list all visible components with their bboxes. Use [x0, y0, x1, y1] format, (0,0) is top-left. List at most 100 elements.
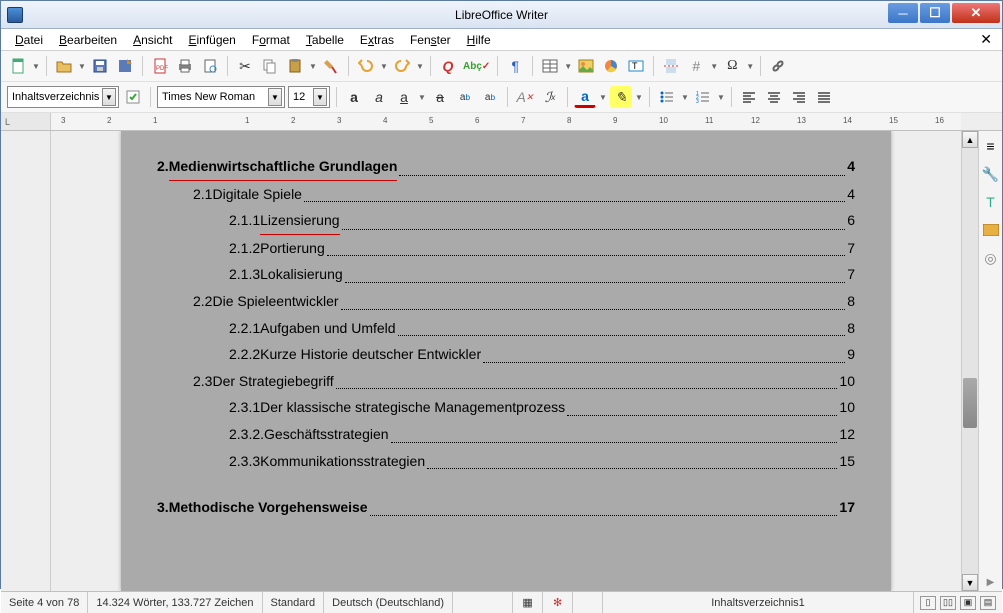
font-name-combo[interactable]: Times New Roman ▼ [157, 86, 285, 108]
font-color-button[interactable]: a [574, 86, 596, 108]
window-close-button[interactable]: ✕ [952, 3, 1000, 23]
page-break-button[interactable] [660, 55, 682, 77]
status-style-name[interactable]: Inhaltsverzeichnis1 [603, 592, 914, 613]
hyperlink-button[interactable] [767, 55, 789, 77]
align-center-button[interactable] [763, 86, 785, 108]
vertical-scrollbar[interactable]: ▲ ▼ [961, 131, 978, 591]
status-language[interactable]: Deutsch (Deutschland) [324, 592, 453, 613]
redo-button[interactable] [391, 55, 413, 77]
save-button[interactable] [89, 55, 111, 77]
nonprinting-button[interactable]: ¶ [504, 55, 526, 77]
status-wordcount[interactable]: 14.324 Wörter, 133.727 Zeichen [88, 592, 262, 613]
open-dropdown[interactable]: ▼ [78, 62, 86, 71]
underline-dropdown[interactable]: ▼ [418, 93, 426, 102]
sidebar-properties-icon[interactable]: ≡ [982, 137, 1000, 155]
toc-entry[interactable]: 3. Methodische Vorgehensweise17 [157, 494, 855, 521]
menu-hilfe[interactable]: Hilfe [459, 31, 499, 49]
table-button[interactable] [539, 55, 561, 77]
find-button[interactable]: Q [437, 55, 459, 77]
textbox-button[interactable]: T [625, 55, 647, 77]
align-justify-button[interactable] [813, 86, 835, 108]
menu-extras[interactable]: Extras [352, 31, 402, 49]
field-button[interactable]: # [685, 55, 707, 77]
undo-dropdown[interactable]: ▼ [380, 62, 388, 71]
undo-button[interactable] [355, 55, 377, 77]
update-style-button[interactable] [122, 86, 144, 108]
paste-button[interactable] [284, 55, 306, 77]
new-button[interactable] [7, 55, 29, 77]
view-single-icon[interactable]: ▯ [920, 596, 936, 610]
menu-bearbeiten[interactable]: Bearbeiten [51, 31, 125, 49]
scrollbar-track[interactable] [962, 148, 978, 574]
superscript-button[interactable]: ab [454, 86, 476, 108]
view-multi-icon[interactable]: ▯▯ [940, 596, 956, 610]
copy-button[interactable] [259, 55, 281, 77]
clear-formatting-button[interactable]: A✕ [514, 86, 536, 108]
menu-einfuegen[interactable]: Einfügen [180, 31, 243, 49]
special-char-button[interactable]: Ω [721, 55, 743, 77]
dropdown-arrow-icon[interactable]: ▼ [102, 88, 116, 106]
status-pagestyle[interactable]: Standard [263, 592, 325, 613]
menu-datei[interactable]: Datei [7, 31, 51, 49]
window-minimize-button[interactable]: ─ [888, 3, 918, 23]
horizontal-ruler[interactable]: 32112345678910111213141516 [51, 113, 961, 130]
format-paintbrush-button[interactable] [320, 55, 342, 77]
view-web-icon[interactable]: ▤ [980, 596, 996, 610]
italic-button[interactable]: a [368, 86, 390, 108]
paste-dropdown[interactable]: ▼ [309, 62, 317, 71]
toc-entry[interactable]: 2.3.3 Kommunikationsstrategien15 [229, 448, 855, 475]
strikethrough-button[interactable]: a [429, 86, 451, 108]
print-preview-button[interactable] [199, 55, 221, 77]
scroll-up-button[interactable]: ▲ [962, 131, 978, 148]
redo-dropdown[interactable]: ▼ [416, 62, 424, 71]
vertical-ruler[interactable] [1, 131, 51, 591]
highlight-dropdown[interactable]: ▼ [635, 93, 643, 102]
status-signature[interactable] [573, 592, 603, 613]
bullet-list-dropdown[interactable]: ▼ [681, 93, 689, 102]
window-maximize-button[interactable]: ☐ [920, 3, 950, 23]
highlight-button[interactable]: ✎ [610, 86, 632, 108]
bold-button[interactable]: a [343, 86, 365, 108]
saveas-button[interactable] [114, 55, 136, 77]
table-dropdown[interactable]: ▼ [564, 62, 572, 71]
spellcheck-button[interactable]: Abç✓ [462, 55, 491, 77]
character-dialog-button[interactable]: ℐx [539, 86, 561, 108]
subscript-button[interactable]: ab [479, 86, 501, 108]
font-size-combo[interactable]: 12 ▼ [288, 86, 330, 108]
sidebar-collapse-icon[interactable]: ▶ [982, 573, 1000, 591]
image-button[interactable] [575, 55, 597, 77]
document-close-button[interactable]: ✕ [976, 31, 996, 48]
menu-tabelle[interactable]: Tabelle [298, 31, 352, 49]
special-char-dropdown[interactable]: ▼ [746, 62, 754, 71]
menu-fenster[interactable]: Fenster [402, 31, 459, 49]
bullet-list-button[interactable] [656, 86, 678, 108]
align-left-button[interactable] [738, 86, 760, 108]
scroll-down-button[interactable]: ▼ [962, 574, 978, 591]
menu-format[interactable]: Format [244, 31, 298, 49]
number-list-dropdown[interactable]: ▼ [717, 93, 725, 102]
menu-ansicht[interactable]: Ansicht [125, 31, 180, 49]
export-pdf-button[interactable]: PDF [149, 55, 171, 77]
document-page[interactable]: 2. Medienwirtschaftliche Grundlagen42.1 … [121, 131, 891, 591]
sidebar-wrench-icon[interactable]: 🔧 [982, 165, 1000, 183]
underline-button[interactable]: a [393, 86, 415, 108]
cut-button[interactable]: ✂ [234, 55, 256, 77]
field-dropdown[interactable]: ▼ [710, 62, 718, 71]
document-viewport[interactable]: 2. Medienwirtschaftliche Grundlagen42.1 … [51, 131, 961, 591]
chart-button[interactable] [600, 55, 622, 77]
status-selection-mode[interactable]: ▦ [513, 592, 543, 613]
status-page[interactable]: Seite 4 von 78 [1, 592, 88, 613]
view-book-icon[interactable]: ▣ [960, 596, 976, 610]
status-modified-icon[interactable]: ✻ [543, 592, 573, 613]
paragraph-style-combo[interactable]: Inhaltsverzeichnis ▼ [7, 86, 119, 108]
status-insert-mode[interactable] [453, 592, 513, 613]
align-right-button[interactable] [788, 86, 810, 108]
sidebar-gallery-icon[interactable] [982, 221, 1000, 239]
new-dropdown[interactable]: ▼ [32, 62, 40, 71]
dropdown-arrow-icon[interactable]: ▼ [268, 88, 282, 106]
print-button[interactable] [174, 55, 196, 77]
scrollbar-thumb[interactable] [963, 378, 977, 428]
font-color-dropdown[interactable]: ▼ [599, 93, 607, 102]
sidebar-navigator-icon[interactable]: ◎ [982, 249, 1000, 267]
number-list-button[interactable]: 123 [692, 86, 714, 108]
